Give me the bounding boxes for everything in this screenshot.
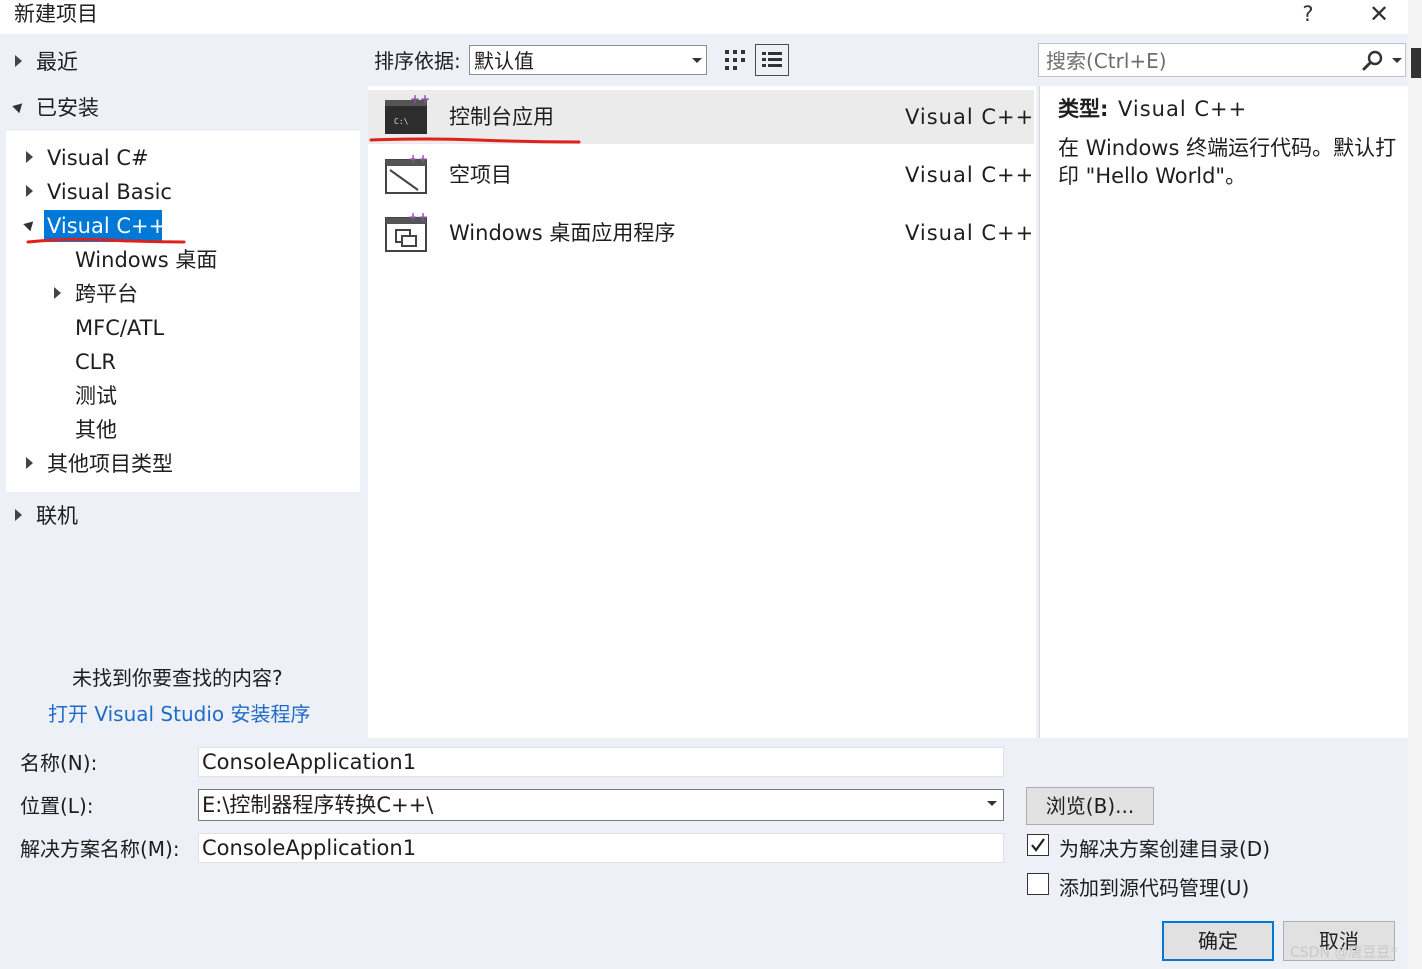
search-options-arrow-icon[interactable] bbox=[1392, 58, 1402, 63]
list-view-icon bbox=[762, 52, 782, 67]
tree-node-online[interactable]: 联机 bbox=[36, 501, 78, 531]
template-language: Visual C++ bbox=[905, 163, 1035, 187]
console-app-icon: C:\ ++ bbox=[385, 94, 430, 134]
list-view-button[interactable] bbox=[755, 44, 789, 76]
create-directory-checkbox[interactable] bbox=[1027, 834, 1049, 856]
red-underline-annotation bbox=[369, 137, 581, 144]
sort-value: 默认值 bbox=[474, 49, 534, 73]
type-label: 类型: bbox=[1058, 97, 1109, 121]
template-name[interactable]: 控制台应用 bbox=[449, 103, 554, 131]
expand-online-icon[interactable] bbox=[15, 509, 22, 521]
template-description: 在 Windows 终端运行代码。默认打印 "Hello World"。 bbox=[1058, 136, 1397, 188]
windows-desktop-app-icon: ++ bbox=[385, 210, 428, 252]
template-language: Visual C++ bbox=[905, 105, 1035, 129]
background-window-edge bbox=[1408, 0, 1422, 969]
name-label: 名称(N): bbox=[20, 751, 98, 775]
template-language: Visual C++ bbox=[905, 221, 1035, 245]
tree-node-windows-desktop[interactable]: Windows 桌面 bbox=[75, 245, 217, 275]
empty-project-icon: ++ bbox=[385, 152, 428, 194]
tree-node-visual-basic[interactable]: Visual Basic bbox=[47, 177, 172, 207]
search-icon[interactable] bbox=[1362, 50, 1384, 72]
dropdown-arrow-icon bbox=[692, 58, 702, 63]
location-value: E:\控制器程序转换C++\ bbox=[202, 793, 434, 817]
collapse-installed-icon[interactable] bbox=[12, 99, 26, 114]
svg-text:++: ++ bbox=[410, 94, 430, 106]
tree-node-test[interactable]: 测试 bbox=[75, 381, 117, 411]
ok-button[interactable]: 确定 bbox=[1162, 921, 1274, 961]
browse-button[interactable]: 浏览(B)... bbox=[1026, 787, 1154, 825]
add-source-control-checkbox[interactable] bbox=[1027, 873, 1049, 895]
small-icons-view-icon[interactable] bbox=[722, 46, 748, 74]
location-label: 位置(L): bbox=[20, 794, 94, 818]
help-button[interactable]: ? bbox=[1296, 0, 1320, 28]
checkmark-icon bbox=[1031, 838, 1045, 852]
tree-node-visual-csharp[interactable]: Visual C# bbox=[47, 143, 149, 173]
template-name[interactable]: 空项目 bbox=[449, 161, 512, 189]
tree-node-clr[interactable]: CLR bbox=[75, 347, 116, 377]
svg-text:++: ++ bbox=[408, 152, 428, 166]
add-source-control-label[interactable]: 添加到源代码管理(U) bbox=[1059, 874, 1249, 902]
search-placeholder: 搜索(Ctrl+E) bbox=[1046, 49, 1167, 73]
title-bar bbox=[0, 0, 1408, 34]
background-window-glyph bbox=[1411, 48, 1421, 78]
sort-label: 排序依据: bbox=[374, 49, 461, 73]
tree-node-cross-platform[interactable]: 跨平台 bbox=[75, 279, 138, 309]
tree-node-other[interactable]: 其他 bbox=[75, 415, 117, 445]
solution-name-value: ConsoleApplication1 bbox=[202, 836, 417, 860]
svg-text:C:\: C:\ bbox=[394, 117, 409, 126]
open-installer-link[interactable]: 打开 Visual Studio 安装程序 bbox=[48, 700, 310, 728]
expand-cross-platform-icon[interactable] bbox=[54, 287, 61, 299]
svg-text:++: ++ bbox=[408, 210, 428, 224]
solution-name-label: 解决方案名称(M): bbox=[20, 837, 180, 861]
create-directory-label[interactable]: 为解决方案创建目录(D) bbox=[1059, 835, 1270, 863]
tree-node-installed[interactable]: 已安装 bbox=[36, 93, 99, 123]
expand-other-project-types-icon[interactable] bbox=[26, 457, 33, 469]
tree-node-other-project-types[interactable]: 其他项目类型 bbox=[47, 449, 173, 479]
expand-visual-basic-icon[interactable] bbox=[26, 185, 33, 197]
dialog-title: 新建项目 bbox=[14, 2, 98, 26]
tree-node-recent[interactable]: 最近 bbox=[36, 47, 78, 77]
close-button[interactable]: ✕ bbox=[1364, 0, 1394, 28]
dropdown-arrow-icon[interactable] bbox=[987, 801, 997, 806]
expand-visual-csharp-icon[interactable] bbox=[26, 151, 33, 163]
tree-node-mfc-atl[interactable]: MFC/ATL bbox=[75, 313, 164, 343]
template-name[interactable]: Windows 桌面应用程序 bbox=[449, 219, 675, 247]
type-value: Visual C++ bbox=[1118, 97, 1248, 121]
name-value: ConsoleApplication1 bbox=[202, 750, 417, 774]
watermark: CSDN @唐豆豆* bbox=[1290, 945, 1398, 961]
not-found-text: 未找到你要查找的内容? bbox=[72, 666, 283, 690]
expand-recent-icon[interactable] bbox=[15, 55, 22, 67]
